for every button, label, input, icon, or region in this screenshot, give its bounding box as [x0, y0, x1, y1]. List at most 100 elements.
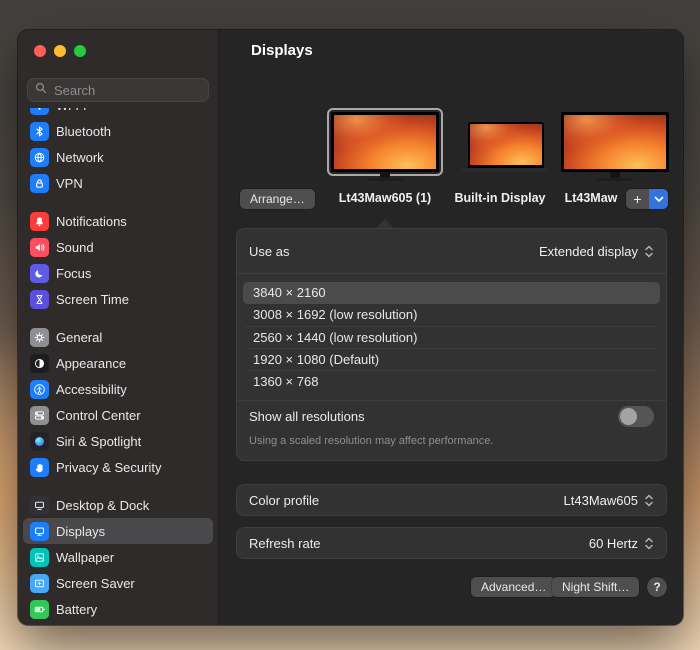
use-as-popup[interactable]: Extended display — [539, 244, 654, 259]
display-name-builtin: Built-in Display — [454, 191, 546, 205]
arrange-button[interactable]: Arrange… — [240, 189, 315, 209]
displays-icon — [30, 521, 49, 541]
resolution-option[interactable]: 3008 × 1692 (low resolution) — [243, 304, 660, 326]
resolution-option[interactable]: 1920 × 1080 (Default) — [243, 348, 660, 370]
sidebar-item-siri-spotlight[interactable]: Siri & Spotlight — [23, 428, 213, 454]
focus-icon — [30, 263, 49, 283]
sidebar-item-wifi[interactable]: Wi-Fi — [23, 108, 213, 118]
sidebar-item-battery[interactable]: Battery — [23, 596, 213, 622]
sound-icon — [30, 237, 49, 257]
sidebar-item-sound[interactable]: Sound — [23, 234, 213, 260]
popup-chevrons-icon — [645, 537, 653, 549]
show-all-resolutions-toggle[interactable] — [618, 405, 654, 427]
close-button[interactable] — [34, 45, 46, 57]
search-field[interactable] — [27, 78, 209, 102]
resolution-option[interactable]: 2560 × 1440 (low resolution) — [243, 326, 660, 348]
displays-pane: Displays Arrange… Lt43Maw605 (1) Built-i… — [219, 30, 683, 625]
monitor-screen — [561, 112, 669, 172]
show-all-resolutions-label: Show all resolutions — [249, 408, 365, 424]
sidebar-item-screen-saver[interactable]: Screen Saver — [23, 570, 213, 596]
bluetooth-icon — [30, 121, 49, 141]
sidebar-item-desktop-dock[interactable]: Desktop & Dock — [23, 492, 213, 518]
general-icon — [30, 327, 49, 347]
battery-icon — [30, 599, 49, 619]
wifi-icon — [30, 108, 49, 115]
sidebar-item-network[interactable]: Network — [23, 144, 213, 170]
sidebar-item-label: Siri & Spotlight — [56, 433, 142, 449]
display-thumbnail-external-1[interactable] — [327, 108, 443, 181]
advanced-button[interactable]: Advanced… — [471, 577, 557, 597]
sidebar-item-focus[interactable]: Focus — [23, 260, 213, 286]
add-display-button[interactable]: + — [626, 189, 668, 209]
sidebar-item-label: Network — [56, 149, 104, 165]
sidebar-item-label: Sound — [56, 239, 94, 255]
sidebar-list: Wi-Fi Bluetooth Network VPN — [23, 108, 213, 625]
sidebar-item-label: VPN — [56, 175, 83, 191]
resolution-option[interactable]: 1360 × 768 — [243, 370, 660, 392]
monitor-base — [367, 178, 403, 181]
refresh-rate-row: Refresh rate 60 Hertz — [237, 528, 666, 558]
refresh-rate-panel: Refresh rate 60 Hertz — [236, 527, 667, 559]
control-center-icon — [30, 405, 49, 425]
sidebar-item-label: General — [56, 329, 103, 345]
sidebar-item-control-center[interactable]: Control Center — [23, 402, 213, 428]
accessibility-icon — [30, 379, 49, 399]
sidebar-item-appearance[interactable]: Appearance — [23, 350, 213, 376]
privacy-icon — [30, 457, 49, 477]
window-controls — [34, 45, 86, 57]
use-as-row: Use as Extended display — [237, 229, 666, 274]
monitor-screen — [327, 108, 443, 176]
search-icon — [35, 81, 47, 99]
resolution-list: 3840 × 2160 3008 × 1692 (low resolution)… — [237, 274, 666, 400]
vpn-icon — [30, 173, 49, 193]
notifications-icon — [30, 211, 49, 231]
color-profile-value: Lt43Maw605 — [563, 492, 638, 508]
sidebar-item-accessibility[interactable]: Accessibility — [23, 376, 213, 402]
sidebar-item-vpn[interactable]: VPN — [23, 170, 213, 196]
wallpaper-art — [564, 115, 666, 169]
color-profile-panel: Color profile Lt43Maw605 — [236, 484, 667, 516]
chevron-down-icon[interactable] — [649, 189, 668, 209]
wallpaper-icon — [30, 547, 49, 567]
refresh-rate-value: 60 Hertz — [588, 535, 638, 551]
sidebar-item-label: Wi-Fi — [56, 108, 86, 113]
display-thumbnail-builtin[interactable] — [462, 122, 550, 172]
wallpaper-art — [334, 115, 436, 169]
toggle-knob — [620, 407, 637, 425]
color-profile-row: Color profile Lt43Maw605 — [237, 485, 666, 515]
sidebar: Wi-Fi Bluetooth Network VPN — [18, 30, 219, 625]
display-settings-panel: Use as Extended display 3840 × 2160 3008… — [236, 228, 667, 461]
minimize-button[interactable] — [54, 45, 66, 57]
siri-icon — [30, 431, 49, 451]
display-thumbnail-external-2[interactable] — [561, 112, 669, 181]
color-profile-label: Color profile — [249, 492, 320, 508]
search-input[interactable] — [52, 81, 201, 99]
screen-time-icon — [30, 289, 49, 309]
system-settings-window: Wi-Fi Bluetooth Network VPN — [18, 30, 683, 625]
resolution-option[interactable]: 3840 × 2160 — [243, 282, 660, 304]
panel-pointer — [376, 219, 394, 228]
show-all-resolutions-row: Show all resolutions — [237, 401, 666, 431]
help-button[interactable]: ? — [647, 577, 667, 597]
sidebar-item-general[interactable]: General — [23, 324, 213, 350]
sidebar-item-label: Battery — [56, 601, 98, 617]
sidebar-item-bluetooth[interactable]: Bluetooth — [23, 118, 213, 144]
scaled-resolution-caption: Using a scaled resolution may affect per… — [249, 435, 494, 447]
sidebar-item-screen-time[interactable]: Screen Time — [23, 286, 213, 312]
color-profile-popup[interactable]: Lt43Maw605 — [564, 493, 654, 508]
plus-icon[interactable]: + — [626, 189, 649, 209]
appearance-icon — [30, 353, 49, 373]
zoom-button[interactable] — [74, 45, 86, 57]
sidebar-item-notifications[interactable]: Notifications — [23, 208, 213, 234]
sidebar-item-displays[interactable]: Displays — [23, 518, 213, 544]
sidebar-item-wallpaper[interactable]: Wallpaper — [23, 544, 213, 570]
sidebar-item-privacy-security[interactable]: Privacy & Security — [23, 454, 213, 480]
sidebar-item-label: Bluetooth — [56, 123, 111, 139]
desktop-dock-icon — [30, 495, 49, 515]
sidebar-item-label: Accessibility — [56, 381, 127, 397]
refresh-rate-popup[interactable]: 60 Hertz — [589, 536, 654, 551]
night-shift-button[interactable]: Night Shift… — [552, 577, 640, 597]
